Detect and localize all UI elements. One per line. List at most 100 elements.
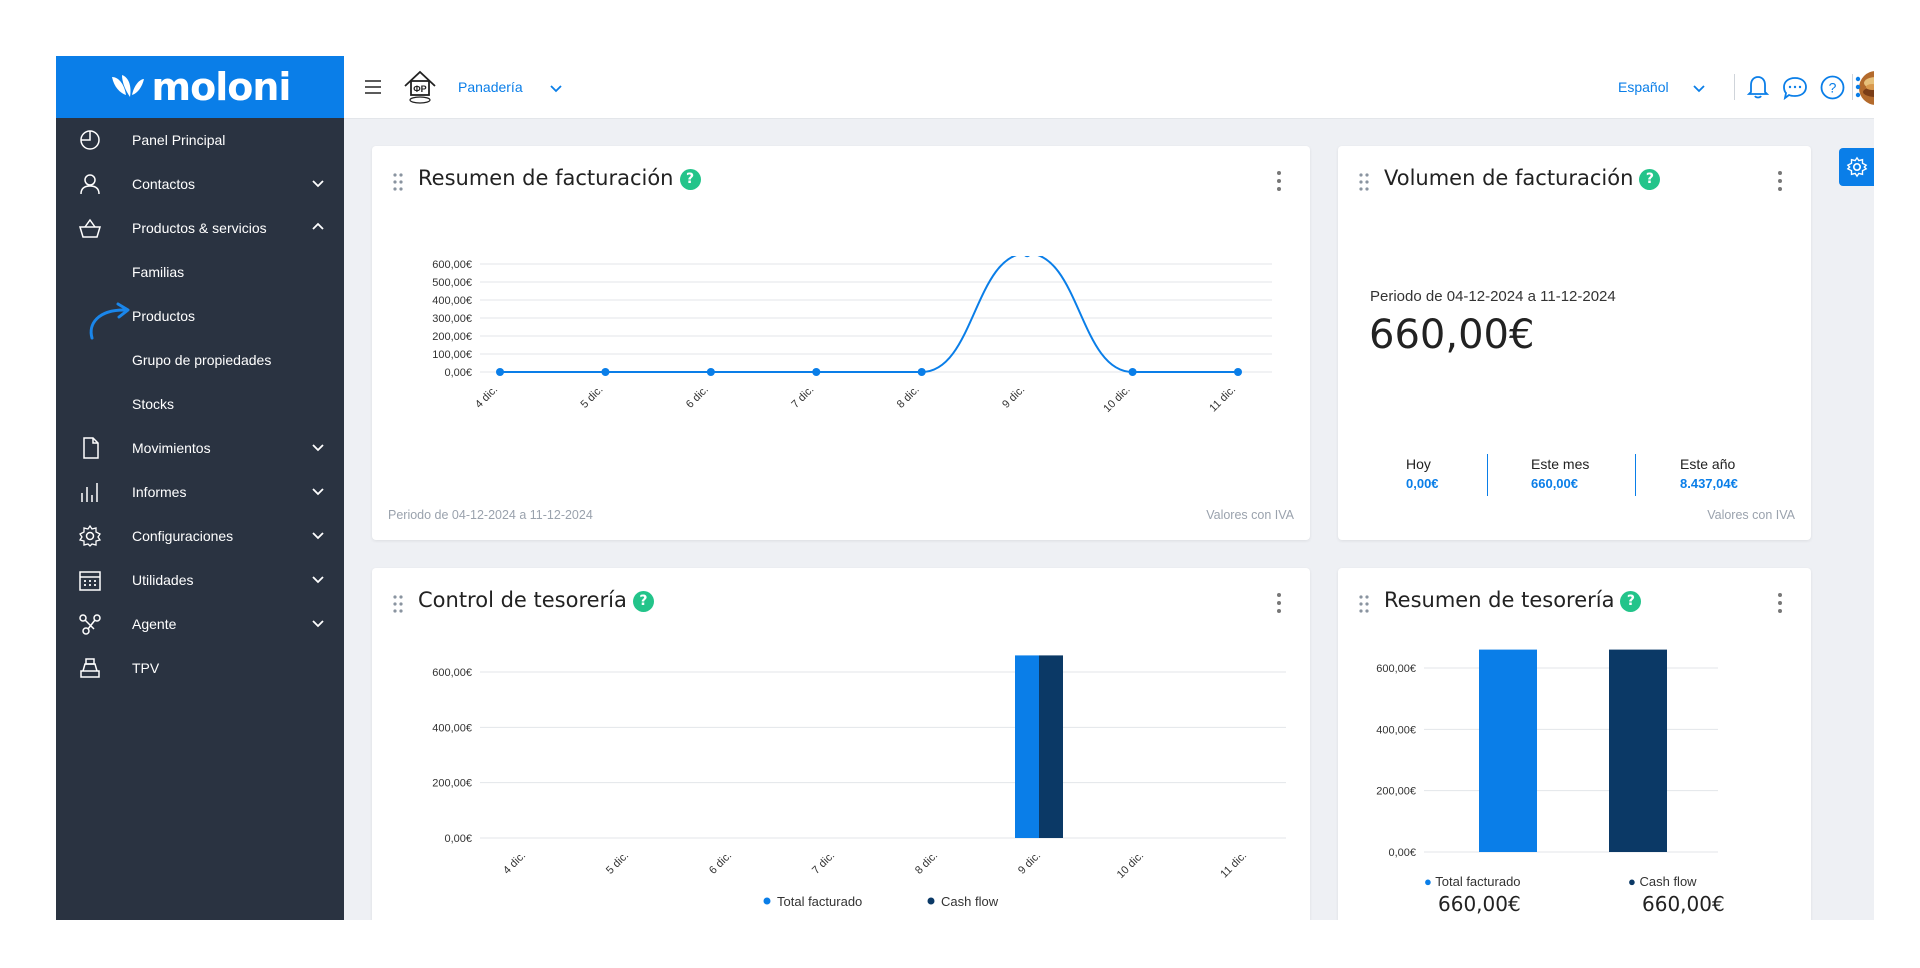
topbar-divider [1852,74,1853,100]
sidebar-subitem-productos[interactable]: Productos [56,294,344,340]
y-tick-label: 200,00€ [432,331,472,343]
data-point [917,368,926,376]
sidebar-item-informes[interactable]: Informes [56,470,344,514]
sidebar-item-label: Informes [132,484,187,500]
help-icon[interactable]: ? [1820,75,1845,100]
sidebar-item-label: Stocks [132,396,175,412]
moloni-logo[interactable]: moloni [56,56,344,118]
x-tick-label: 4 dic. [501,850,528,877]
stat-today: Hoy 0,00€ [1406,456,1439,491]
sidebar-item-label: TPV [132,660,160,676]
data-point [601,368,610,376]
chevron-down-icon [312,532,324,540]
drag-handle-icon[interactable] [392,594,404,614]
data-point [812,368,821,376]
svg-text:?: ? [1829,80,1837,96]
sidebar-item-tpv[interactable]: TPV [56,646,344,690]
y-tick-label: 400,00€ [1376,724,1416,736]
sidebar-subitem-stocks[interactable]: Stocks [56,382,344,426]
card-resumen-tesoreria: Resumen de tesorería? 0,00€ 200,00€ 400,00… [1338,568,1811,920]
drag-handle-icon[interactable] [1358,172,1370,192]
sidebar-item-label: Familias [132,264,185,280]
person-icon [80,174,100,195]
card-title: Resumen de tesorería? [1384,588,1642,612]
x-tick-label: 9 dic. [1000,384,1027,411]
y-tick-label: 0,00€ [444,367,472,379]
legend-label: Total facturado [1435,874,1521,889]
x-tick-label: 5 dic. [604,850,631,877]
x-tick-label: 10 dic. [1115,850,1146,881]
sidebar-subitem-grupo-propiedades[interactable]: Grupo de propiedades [56,338,344,382]
sidebar-item-label: Configuraciones [132,528,234,544]
data-point [1024,256,1030,258]
y-tick-label: 400,00€ [432,295,472,307]
sidebar-item-productos-servicios[interactable]: Productos & servicios [56,206,344,250]
language-selector[interactable]: Español [1618,79,1669,95]
card-title-text: Control de tesorería [418,588,627,612]
drag-handle-icon[interactable] [392,172,404,192]
sidebar-item-panel-principal[interactable]: Panel Principal [56,118,344,162]
share-icon [79,614,101,635]
more-vertical-icon[interactable] [1777,170,1783,192]
x-tick-label: 5 dic. [578,384,605,411]
data-point [1128,368,1137,376]
chevron-down-icon [312,444,324,452]
x-tick-label: 8 dic. [895,384,922,411]
data-point [496,368,504,376]
bar [1039,655,1063,838]
more-vertical-icon[interactable] [1276,170,1282,192]
legend-dot: ● [1628,874,1636,889]
sidebar-item-contactos[interactable]: Contactos [56,162,344,206]
data-point [706,368,715,376]
sidebar-item-configuraciones[interactable]: Configuraciones [56,514,344,558]
bar [1015,655,1039,838]
y-tick-label: 0,00€ [444,833,472,845]
x-tick-label: 7 dic. [810,850,837,877]
y-tick-label: 500,00€ [432,277,472,289]
sidebar-item-label: Movimientos [132,440,211,456]
help-badge-icon[interactable]: ? [1620,591,1642,612]
series-line [499,256,1238,373]
x-tick-label: 6 dic. [707,850,734,877]
legend-total-facturado: ● Total facturado [1424,874,1521,889]
volume-total: 660,00€ [1369,312,1535,358]
period-footnote: Periodo de 04-12-2024 a 11-12-2024 [388,508,593,522]
chevron-down-icon[interactable] [550,83,562,93]
chevron-down-icon [312,180,324,188]
sidebar-subitem-familias[interactable]: Familias [56,250,344,294]
dashboard-settings-button[interactable] [1839,148,1874,186]
legend-label: Cash flow [1639,874,1697,889]
card-title-text: Resumen de tesorería [1384,588,1615,612]
data-point [1234,368,1242,376]
more-vertical-icon[interactable] [1276,592,1282,614]
x-tick-label: 8 dic. [913,850,940,877]
sidebar-item-utilidades[interactable]: Utilidades [56,558,344,602]
legend-dot: ● [1424,874,1432,889]
help-badge-icon[interactable]: ? [632,591,654,612]
bell-icon[interactable] [1746,74,1770,100]
stat-label: Hoy [1406,456,1431,472]
sidebar-item-movimientos[interactable]: Movimientos [56,426,344,470]
help-badge-icon[interactable]: ? [1639,169,1661,190]
bar [1479,649,1537,852]
calendar-icon [79,571,101,591]
card-title: Volumen de facturación? [1384,166,1661,190]
sidebar-item-agente[interactable]: Agente [56,602,344,646]
drag-handle-icon[interactable] [1358,594,1370,614]
card-title: Control de tesorería? [418,588,654,612]
stat-value: 660,00€ [1531,476,1578,491]
chat-icon[interactable] [1782,76,1808,100]
help-badge-icon[interactable]: ? [679,169,701,190]
company-selector[interactable]: Panadería [458,79,523,95]
hamburger-menu-icon[interactable] [364,80,382,94]
vat-footnote: Valores con IVA [1707,508,1795,522]
chevron-down-icon[interactable] [1693,83,1705,93]
more-vertical-icon[interactable] [1855,76,1861,98]
legend-dot [927,897,935,905]
x-tick-label: 7 dic. [789,384,816,411]
stat-value: 0,00€ [1406,476,1439,491]
x-tick-label: 11 dic. [1207,384,1238,415]
topbar: ΦP Panadería Español ? [344,56,1874,119]
stat-divider [1635,454,1636,496]
more-vertical-icon[interactable] [1777,592,1783,614]
